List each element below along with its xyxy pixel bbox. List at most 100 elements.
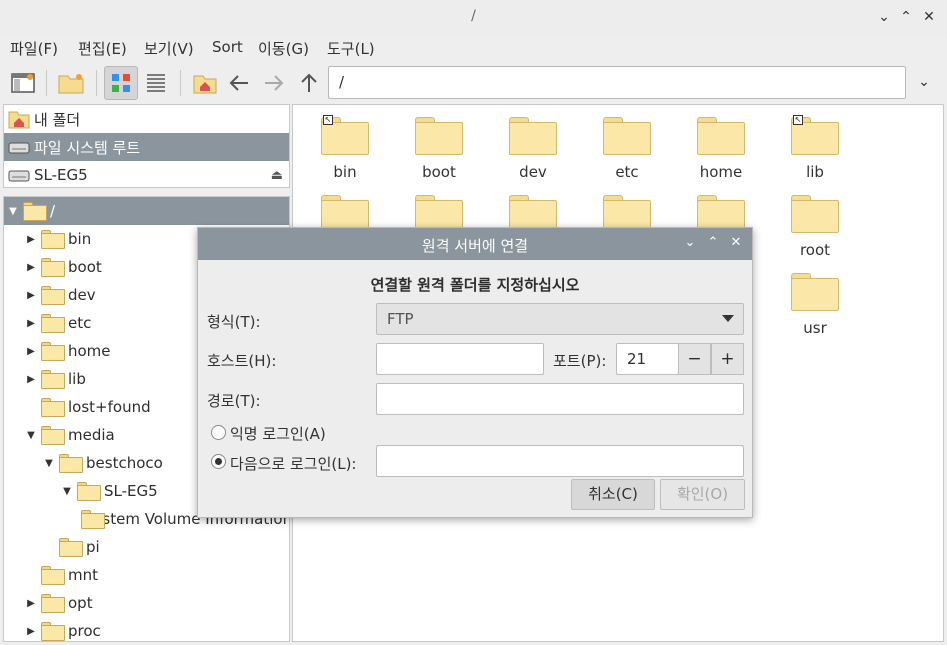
tree-item[interactable]: ▶ proc: [4, 617, 289, 641]
list-view-button[interactable]: [139, 66, 173, 100]
menu-tools[interactable]: 도구(L): [327, 38, 375, 59]
path-label: 경로(T):: [207, 392, 261, 410]
tree-label: lib: [68, 370, 86, 388]
collapsed-arrow-icon[interactable]: ▶: [24, 234, 38, 245]
icon-view-button[interactable]: [104, 66, 138, 100]
folder-icon: [415, 117, 463, 155]
new-window-icon: [11, 73, 35, 93]
path-input[interactable]: /: [328, 66, 906, 99]
collapsed-arrow-icon[interactable]: ▶: [24, 598, 38, 609]
remote-path-input[interactable]: [376, 383, 744, 415]
expanded-arrow-icon[interactable]: ▼: [60, 486, 74, 497]
file-item[interactable]: ↖ bin: [298, 109, 392, 187]
file-name: home: [699, 163, 743, 181]
ok-button[interactable]: 확인(O): [660, 479, 745, 510]
collapsed-arrow-icon[interactable]: ▶: [24, 346, 38, 357]
anonymous-login-radio[interactable]: [211, 425, 226, 440]
anonymous-login-label[interactable]: 익명 로그인(A): [230, 423, 326, 444]
window-title: /: [471, 8, 476, 24]
host-label: 호스트(H):: [207, 352, 277, 370]
collapsed-arrow-icon[interactable]: ▶: [24, 318, 38, 329]
file-item[interactable]: boot: [392, 109, 486, 187]
tree-label: pi: [86, 538, 100, 556]
type-label: 형식(T):: [207, 313, 261, 331]
close-icon[interactable]: ✕: [920, 8, 938, 26]
port-increment-button[interactable]: +: [711, 343, 744, 375]
expanded-arrow-icon[interactable]: ▼: [6, 206, 20, 217]
file-item[interactable]: ↖ lib: [768, 109, 862, 187]
folder-icon: [41, 565, 65, 585]
tree-item[interactable]: mnt: [4, 561, 289, 589]
tree-label: /: [50, 202, 56, 220]
maximize-icon[interactable]: ⌃: [705, 235, 721, 253]
port-decrement-button[interactable]: −: [678, 343, 711, 375]
home-folder-icon: [193, 75, 217, 94]
tree-item[interactable]: pi: [4, 533, 289, 561]
menu-edit[interactable]: 편집(E): [78, 38, 127, 59]
menu-sort[interactable]: Sort: [212, 38, 243, 56]
expanded-arrow-icon[interactable]: ▼: [24, 430, 38, 441]
file-item[interactable]: home: [674, 109, 768, 187]
type-select[interactable]: FTP: [376, 303, 744, 335]
tree-label: bestchoco: [86, 454, 163, 472]
place-home[interactable]: 내 폴더: [4, 105, 289, 133]
minimize-icon[interactable]: ⌄: [875, 8, 893, 26]
place-filesystem-root[interactable]: 파일 시스템 루트: [4, 133, 289, 161]
folder-icon: [791, 195, 839, 233]
file-name: boot: [422, 163, 456, 181]
user-login-label[interactable]: 다음으로 로그인(L):: [230, 453, 356, 474]
tree-item[interactable]: ▼ /: [4, 197, 289, 225]
list-view-icon: [147, 74, 165, 92]
dropdown-caret-icon: [722, 315, 734, 322]
chevron-down-icon[interactable]: ⌄: [912, 70, 936, 94]
collapsed-arrow-icon[interactable]: ▶: [24, 262, 38, 273]
home-button[interactable]: [188, 66, 222, 100]
file-item[interactable]: usr: [768, 265, 862, 343]
folder-icon: [509, 117, 557, 155]
port-input[interactable]: 21: [616, 343, 679, 375]
expanded-arrow-icon[interactable]: ▼: [42, 458, 56, 469]
up-button[interactable]: [292, 66, 326, 100]
folder-icon: [77, 481, 101, 501]
back-button[interactable]: [222, 66, 256, 100]
folder-icon: [59, 453, 83, 473]
collapsed-arrow-icon[interactable]: ▶: [24, 374, 38, 385]
folder-icon: [697, 117, 745, 155]
port-label: 포트(P):: [553, 352, 607, 370]
drive-icon: [8, 142, 30, 154]
username-input[interactable]: [376, 445, 744, 477]
place-label: SL-EG5: [34, 166, 88, 184]
new-folder-button[interactable]: [54, 66, 88, 100]
tree-label: dev: [68, 286, 96, 304]
collapsed-arrow-icon[interactable]: ▶: [24, 290, 38, 301]
tree-label: etc: [68, 314, 92, 332]
host-input[interactable]: [376, 343, 544, 375]
file-item[interactable]: etc: [580, 109, 674, 187]
dialog-titlebar: 원격 서버에 연결 ⌄ ⌃ ✕: [198, 228, 752, 260]
file-item[interactable]: root: [768, 187, 862, 265]
type-value: FTP: [387, 310, 414, 328]
cancel-button[interactable]: 취소(C): [571, 479, 655, 510]
folder-icon: [41, 313, 65, 333]
place-label: 내 폴더: [34, 110, 81, 129]
minimize-icon[interactable]: ⌄: [682, 235, 698, 253]
file-item[interactable]: dev: [486, 109, 580, 187]
home-folder-icon: [8, 111, 30, 129]
user-login-radio[interactable]: [211, 454, 226, 469]
maximize-icon[interactable]: ⌃: [897, 8, 915, 26]
menu-file[interactable]: 파일(F): [10, 38, 58, 59]
tree-label: SL-EG5: [104, 482, 158, 500]
folder-icon: [41, 369, 65, 389]
eject-icon[interactable]: ⏏: [271, 168, 283, 183]
menu-view[interactable]: 보기(V): [144, 38, 194, 59]
forward-button[interactable]: [257, 66, 291, 100]
new-window-button[interactable]: [6, 66, 40, 100]
toolbar-separator: [46, 70, 47, 96]
menu-go[interactable]: 이동(G): [258, 38, 309, 59]
tree-item[interactable]: ▶ opt: [4, 589, 289, 617]
toolbar-separator: [180, 70, 181, 96]
collapsed-arrow-icon[interactable]: ▶: [24, 626, 38, 637]
place-sl-eg5[interactable]: SL-EG5 ⏏: [4, 161, 289, 189]
close-icon[interactable]: ✕: [728, 235, 744, 253]
symlink-icon: ↖: [323, 115, 333, 125]
